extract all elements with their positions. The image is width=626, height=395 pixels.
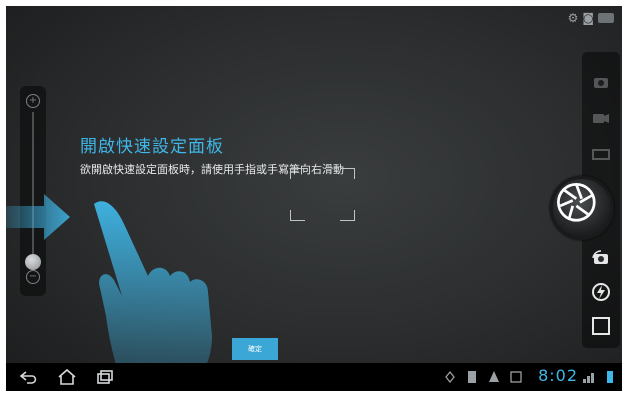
photo-mode-icon[interactable] <box>591 72 611 92</box>
zoom-in-icon[interactable]: + <box>26 94 40 108</box>
swipe-hand-icon <box>94 201 212 391</box>
camera-mode-icon[interactable]: ⚙ <box>568 12 579 24</box>
focus-bracket <box>290 210 305 221</box>
zoom-out-icon[interactable]: − <box>26 270 40 284</box>
clock: 8:02 <box>538 366 578 385</box>
screenshot-icon[interactable]: ◙ <box>582 12 594 24</box>
settings-square-icon[interactable] <box>591 316 611 336</box>
battery-icon <box>607 371 613 383</box>
zoom-knob[interactable] <box>25 254 41 270</box>
focus-bracket <box>340 168 355 179</box>
panorama-mode-icon[interactable] <box>591 144 611 164</box>
status-indicator-icon <box>598 13 614 23</box>
recent-apps-icon[interactable] <box>94 367 116 387</box>
back-icon[interactable] <box>18 367 40 387</box>
warning-icon <box>489 371 499 382</box>
focus-bracket <box>290 168 305 179</box>
video-mode-icon[interactable] <box>591 108 611 128</box>
zoom-slider[interactable]: + − <box>20 86 46 296</box>
focus-bracket <box>340 210 355 221</box>
home-icon[interactable] <box>56 367 78 387</box>
switch-camera-icon[interactable] <box>591 248 611 268</box>
gps-icon <box>445 370 455 384</box>
camera-screen: ⚙ ◙ + − 開啟快速設定面板 欲開啟快速設定面板時，請使用手指或手寫筆向右滑… <box>6 6 622 391</box>
shutter-button[interactable] <box>550 176 614 240</box>
wifi-icon <box>583 373 594 383</box>
flash-auto-icon[interactable] <box>591 282 611 302</box>
aperture-icon <box>557 183 596 222</box>
overlay-title: 開啟快速設定面板 <box>80 137 224 157</box>
ok-button[interactable]: 確定 <box>232 338 278 360</box>
top-status-icons: ⚙ ◙ <box>568 12 614 24</box>
document-icon <box>468 371 476 383</box>
gallery-icon <box>510 371 522 383</box>
system-navigation-bar: 8:02 <box>6 363 622 391</box>
swipe-right-arrow-icon <box>6 194 70 240</box>
